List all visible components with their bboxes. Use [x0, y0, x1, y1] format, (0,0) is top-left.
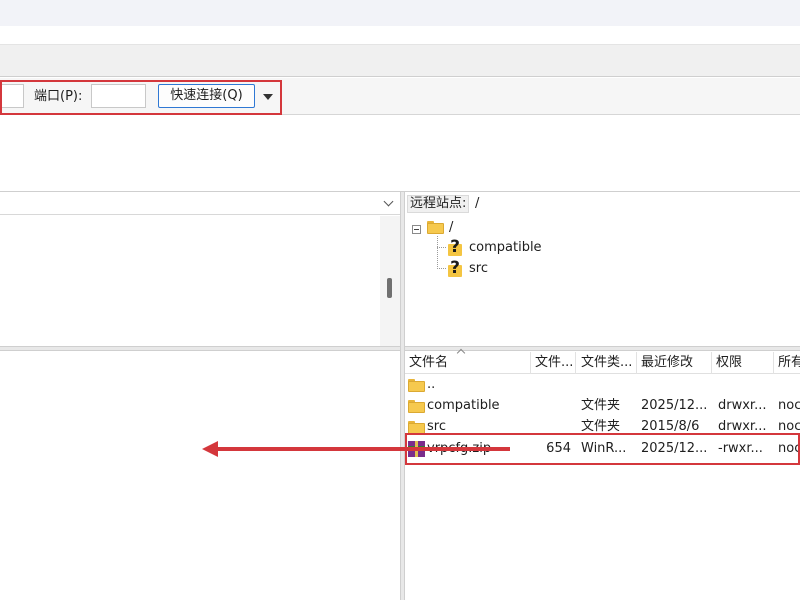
file-row[interactable]: .. — [405, 375, 800, 396]
file-name: compatible — [427, 398, 500, 413]
remote-tree-pane[interactable]: / ? compatible ? src — [405, 216, 800, 346]
file-type: 文件夹 — [581, 398, 621, 413]
column-header-filesize[interactable]: 文件... — [535, 355, 573, 371]
folder-icon — [427, 221, 444, 234]
file-row[interactable]: compatible 文件夹 2025/12... drwxr... noc — [405, 396, 800, 417]
local-tree-pane[interactable] — [0, 216, 380, 346]
remote-splitter[interactable] — [405, 346, 800, 351]
folder-icon — [408, 400, 425, 413]
column-header-filetype[interactable]: 文件类... — [581, 355, 632, 371]
column-header-modified[interactable]: 最近修改 — [641, 355, 693, 371]
tree-connector — [437, 247, 446, 248]
tree-item-src[interactable]: src — [469, 261, 488, 277]
chevron-down-icon[interactable] — [383, 196, 394, 207]
local-tree-scrollbar[interactable] — [380, 216, 400, 346]
drag-arrow-line — [215, 447, 510, 451]
file-modified: 2025/12... — [641, 398, 708, 413]
tree-connector — [437, 268, 446, 269]
column-header-owner[interactable]: 所有 — [778, 355, 800, 371]
window-top-strip — [0, 0, 800, 26]
remote-file-list-header: 文件名 文件... 文件类... 最近修改 权限 所有 — [405, 348, 800, 374]
scrollbar-thumb[interactable] — [387, 278, 392, 298]
question-folder-icon: ? — [450, 258, 460, 278]
toolbar-strip — [0, 44, 800, 77]
tree-connector — [437, 236, 438, 269]
file-name: .. — [427, 377, 436, 392]
local-site-path-combo[interactable] — [0, 193, 400, 215]
remote-site-label: 远程站点: — [407, 195, 470, 213]
file-owner: noc — [778, 398, 800, 413]
message-log — [0, 116, 800, 192]
quickconnect-highlight-box — [0, 80, 282, 115]
tree-item-compatible[interactable]: compatible — [469, 240, 542, 256]
folder-icon — [408, 379, 425, 392]
local-file-list[interactable] — [0, 351, 400, 600]
column-header-permissions[interactable]: 权限 — [716, 355, 742, 371]
tree-item-root[interactable]: / — [449, 220, 453, 236]
file-permissions: drwxr... — [718, 398, 767, 413]
arrow-left-icon — [202, 441, 218, 457]
collapse-icon[interactable] — [412, 225, 421, 234]
remote-path-input[interactable]: / — [475, 196, 479, 212]
remote-site-path-bar: 远程站点: / — [405, 193, 800, 215]
column-header-filename[interactable]: 文件名 — [409, 355, 448, 371]
question-folder-icon: ? — [450, 237, 460, 257]
